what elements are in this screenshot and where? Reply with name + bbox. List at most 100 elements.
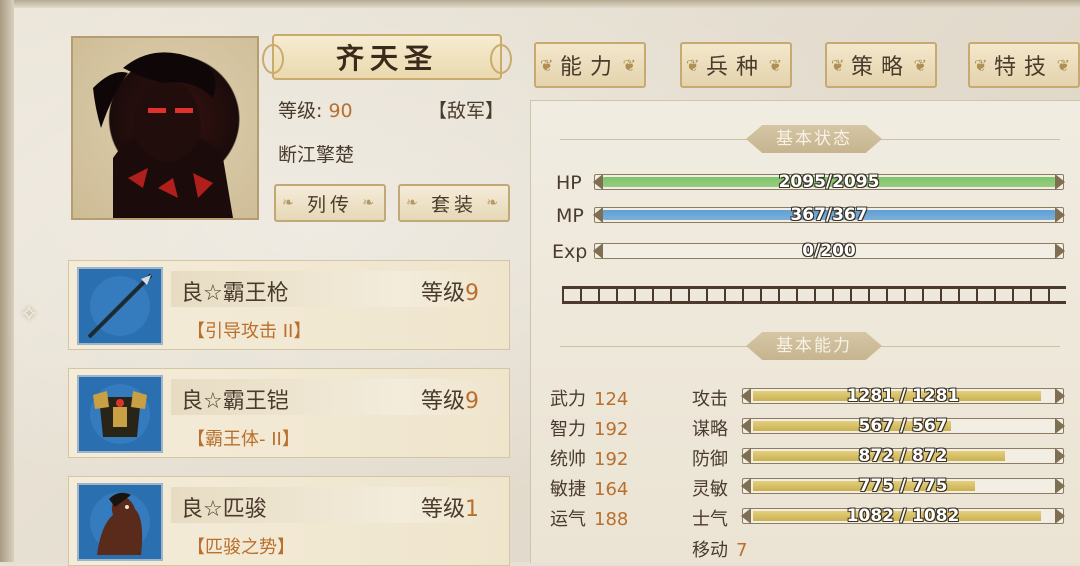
hero-name: 齐天圣 bbox=[262, 34, 512, 80]
ornament-icon: ❦ bbox=[540, 55, 562, 75]
combat-agility-value: 775 / 775 bbox=[858, 476, 948, 496]
attr-command: 统帅 192 bbox=[550, 445, 628, 471]
attr-value: 124 bbox=[594, 389, 629, 410]
equipment-name: 良☆霸王枪 bbox=[181, 281, 289, 306]
combat-attack-bar: 1281 / 1281 bbox=[741, 386, 1065, 406]
combat-defense-bar: 872 / 872 bbox=[741, 446, 1065, 466]
attr-label: 武力 bbox=[550, 389, 586, 410]
equipment-level: 等级9 bbox=[421, 383, 479, 415]
combat-defense-value: 872 / 872 bbox=[858, 446, 948, 466]
tab-strategy[interactable]: ❦ 策略 ❦ bbox=[825, 42, 937, 88]
equipment-level-label: 等级 bbox=[421, 389, 466, 414]
equipment-slot-armor[interactable]: 良☆霸王铠 等级9 【霸王体- II】 bbox=[68, 368, 510, 458]
ornament-icon: ❦ bbox=[768, 55, 790, 75]
hero-portrait bbox=[71, 36, 259, 220]
combat-agility-label: 灵敏 bbox=[692, 479, 728, 500]
tab-skills-label: 特技 bbox=[993, 55, 1054, 80]
attr-agility: 敏捷 164 bbox=[550, 475, 628, 501]
ornament-icon: ❦ bbox=[831, 55, 853, 75]
combat-attack-label: 攻击 bbox=[692, 389, 728, 410]
attr-label: 敏捷 bbox=[550, 479, 586, 500]
basic-status-heading: 基本状态 bbox=[746, 125, 882, 153]
outfit-label: 套装 bbox=[430, 193, 477, 216]
combat-agility-bar: 775 / 775 bbox=[741, 476, 1065, 496]
ornament-icon: ❦ bbox=[913, 55, 935, 75]
hp-value: 2095/2095 bbox=[778, 172, 880, 192]
mp-label: MP bbox=[556, 205, 584, 227]
combat-attack-value: 1281 / 1281 bbox=[846, 386, 960, 406]
attr-value: 192 bbox=[594, 419, 629, 440]
hero-level-label: 等级: bbox=[278, 100, 323, 122]
exp-value: 0/200 bbox=[802, 241, 856, 261]
move-stat: 移动 7 bbox=[692, 536, 747, 562]
equipment-name: 良☆匹骏 bbox=[181, 497, 267, 522]
meander-divider bbox=[562, 286, 1066, 304]
combat-strategy-bar: 567 / 567 bbox=[741, 416, 1065, 436]
tab-troops-label: 兵种 bbox=[705, 55, 766, 80]
combat-defense-label: 防御 bbox=[692, 449, 728, 470]
attr-luck: 运气 188 bbox=[550, 505, 628, 531]
attr-label: 智力 bbox=[550, 419, 586, 440]
hero-title: 断江擎楚 bbox=[278, 144, 355, 166]
tab-troops[interactable]: ❦ 兵种 ❦ bbox=[680, 42, 792, 88]
mp-value: 367/367 bbox=[790, 205, 868, 225]
equipment-slot-weapon[interactable]: 良☆霸王枪 等级9 【引导攻击 II】 bbox=[68, 260, 510, 350]
hp-bar: 2095/2095 bbox=[593, 172, 1065, 192]
equipment-level-value: 1 bbox=[465, 497, 480, 522]
ornament-icon: ❧ bbox=[282, 195, 298, 211]
equipment-level-value: 9 bbox=[465, 281, 480, 306]
combat-morale-bar: 1082 / 1082 bbox=[741, 506, 1065, 526]
hero-level-value: 90 bbox=[328, 100, 353, 122]
attr-label: 运气 bbox=[550, 509, 586, 530]
attr-value: 188 bbox=[594, 509, 629, 530]
equipment-level-value: 9 bbox=[465, 389, 480, 414]
equipment-level-label: 等级 bbox=[421, 497, 466, 522]
ornament-icon: ❧ bbox=[406, 195, 422, 211]
ornament-icon: ❧ bbox=[486, 195, 502, 211]
basic-ability-heading: 基本能力 bbox=[746, 332, 882, 360]
ornament-icon: ❦ bbox=[1056, 55, 1078, 75]
mp-bar: 367/367 bbox=[593, 205, 1065, 225]
ornament-icon: ❦ bbox=[974, 55, 996, 75]
equipment-level: 等级1 bbox=[421, 491, 479, 523]
ornament-icon: ❦ bbox=[622, 55, 644, 75]
exp-bar: 0/200 bbox=[593, 241, 1065, 261]
outfit-button[interactable]: ❧ 套装 ❧ bbox=[398, 184, 510, 222]
equipment-slot-mount[interactable]: 良☆匹骏 等级1 【匹骏之势】 bbox=[68, 476, 510, 566]
ornament-icon: ❧ bbox=[362, 195, 378, 211]
attr-value: 164 bbox=[594, 479, 629, 500]
hero-level: 等级: 90 bbox=[278, 96, 353, 123]
hp-label: HP bbox=[556, 172, 582, 194]
attr-intelligence: 智力 192 bbox=[550, 415, 628, 441]
top-border bbox=[0, 0, 1080, 8]
biography-label: 列传 bbox=[306, 193, 353, 216]
tab-ability[interactable]: ❦ 能力 ❦ bbox=[534, 42, 646, 88]
equipment-level-label: 等级 bbox=[421, 281, 466, 306]
tab-skills[interactable]: ❦ 特技 ❦ bbox=[968, 42, 1080, 88]
combat-strategy-value: 567 / 567 bbox=[858, 416, 948, 436]
equipment-skill: 【引导攻击 II】 bbox=[187, 321, 312, 342]
spear-icon bbox=[77, 267, 163, 345]
equipment-skill: 【霸王体- II】 bbox=[187, 429, 300, 450]
armor-icon bbox=[77, 375, 163, 453]
equipment-name: 良☆霸王铠 bbox=[181, 389, 289, 414]
ornament-icon: ❦ bbox=[686, 55, 708, 75]
side-border bbox=[0, 0, 14, 562]
equipment-skill: 【匹骏之势】 bbox=[187, 537, 295, 558]
move-value: 7 bbox=[736, 540, 748, 561]
biography-button[interactable]: ❧ 列传 ❧ bbox=[274, 184, 386, 222]
attr-value: 192 bbox=[594, 449, 629, 470]
attr-label: 统帅 bbox=[550, 449, 586, 470]
move-label: 移动 bbox=[692, 540, 728, 561]
equipment-level: 等级9 bbox=[421, 275, 479, 307]
tab-ability-label: 能力 bbox=[559, 55, 620, 80]
combat-morale-label: 士气 bbox=[692, 509, 728, 530]
side-expand-icon[interactable]: ✧ bbox=[14, 300, 44, 330]
tab-strategy-label: 策略 bbox=[850, 55, 911, 80]
exp-label: Exp bbox=[552, 241, 588, 263]
combat-morale-value: 1082 / 1082 bbox=[846, 506, 960, 526]
combat-strategy-label: 谋略 bbox=[692, 419, 728, 440]
hero-faction: 【敌军】 bbox=[428, 100, 505, 122]
attr-force: 武力 124 bbox=[550, 385, 628, 411]
horse-icon bbox=[77, 483, 163, 561]
